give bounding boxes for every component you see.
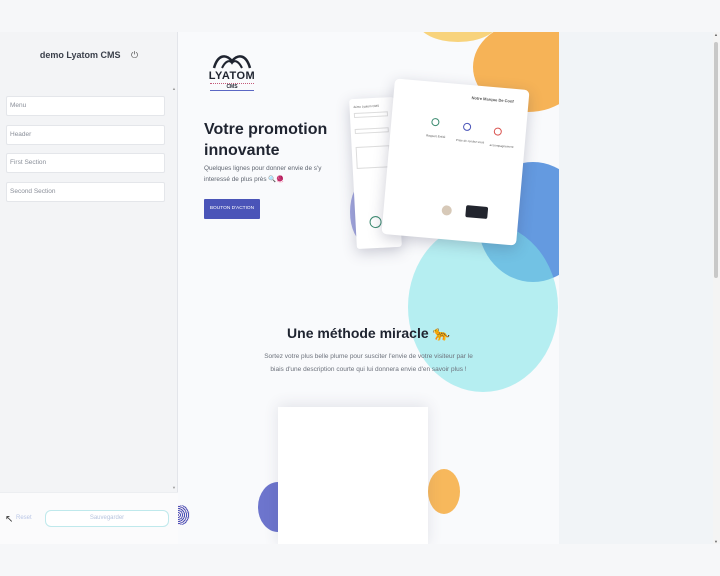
fingerprint-icon — [178, 505, 190, 525]
power-icon[interactable]: ⏻ — [131, 50, 138, 61]
save-button[interactable]: Sauvegarder — [45, 510, 169, 527]
sidebar-scrollbar[interactable]: ▲ ▼ — [172, 86, 176, 490]
page-scrollbar[interactable]: ▲ ▼ — [713, 32, 720, 544]
mockup-feature-icon — [493, 127, 503, 136]
mockup-page-image: Notre Marque De Conf Rapport Entité Pris… — [381, 78, 530, 246]
logo-sub: CMS — [210, 83, 254, 91]
logo-name: LYATOM — [208, 70, 256, 82]
hero-cta-button[interactable]: BOUTON D'ACTION — [204, 199, 260, 219]
hero-title: Votre promotion innovante — [204, 121, 328, 159]
mockup-field — [355, 145, 391, 169]
sidebar-footer: Reset Sauvegarder — [0, 492, 178, 544]
feature-card — [278, 407, 428, 544]
logo-mark-icon — [212, 55, 252, 69]
brand-logo[interactable]: LYATOM CMS — [207, 52, 257, 91]
hero-text: Quelques lignes pour donner envie de s'y… — [204, 165, 322, 183]
scroll-up-icon[interactable]: ▲ — [714, 32, 718, 37]
section-list: Menu Header First Section Second Section — [6, 96, 165, 210]
site-preview: LYATOM CMS Votre promotion innovante Que… — [178, 32, 559, 544]
method-text: Sortez votre plus belle plume pour susci… — [264, 353, 473, 373]
reset-button[interactable]: Reset — [16, 515, 32, 521]
mockup-avatar — [441, 205, 453, 216]
mockup-col-3: accompagnement — [489, 142, 514, 149]
right-panel — [559, 32, 720, 544]
mockup-feature-icon — [431, 117, 440, 127]
scroll-down-icon[interactable]: ▼ — [714, 539, 718, 544]
section-item-header[interactable]: Header — [6, 124, 165, 145]
scroll-down-icon[interactable]: ▼ — [172, 485, 176, 490]
mockup-sidebar-title: démo Lyatom CMS — [353, 103, 380, 110]
site-title: demo Lyatom CMS ⏻ — [0, 50, 178, 61]
mockup-col-1: Rapport Entité — [426, 133, 446, 140]
mockup-field — [353, 111, 389, 119]
mockup-feature-icon — [462, 122, 472, 132]
mockup-field — [354, 127, 389, 135]
mockup-dark-card — [465, 205, 489, 219]
method-title: Une méthode miracle 🐆 — [287, 325, 450, 341]
mockup-col-2: Prise de rendez-vous — [455, 137, 485, 145]
site-title-text: demo Lyatom CMS — [39, 50, 121, 60]
scroll-up-icon[interactable]: ▲ — [172, 86, 176, 91]
mouse-cursor-icon: ↖ — [5, 514, 14, 525]
editor-sidebar: demo Lyatom CMS ⏻ Menu Header First Sect… — [0, 32, 178, 544]
section-item-menu[interactable]: Menu — [6, 96, 165, 116]
app-frame: demo Lyatom CMS ⏻ Menu Header First Sect… — [0, 32, 720, 544]
mockup-headphones-icon — [369, 215, 382, 229]
decor-blob-bottom-orange — [428, 469, 460, 514]
scrollbar-thumb[interactable] — [714, 42, 718, 278]
mockup-heading: Notre Marque De Conf — [471, 95, 514, 104]
section-item-second-section[interactable]: Second Section — [6, 181, 165, 202]
section-item-first-section[interactable]: First Section — [6, 153, 165, 173]
